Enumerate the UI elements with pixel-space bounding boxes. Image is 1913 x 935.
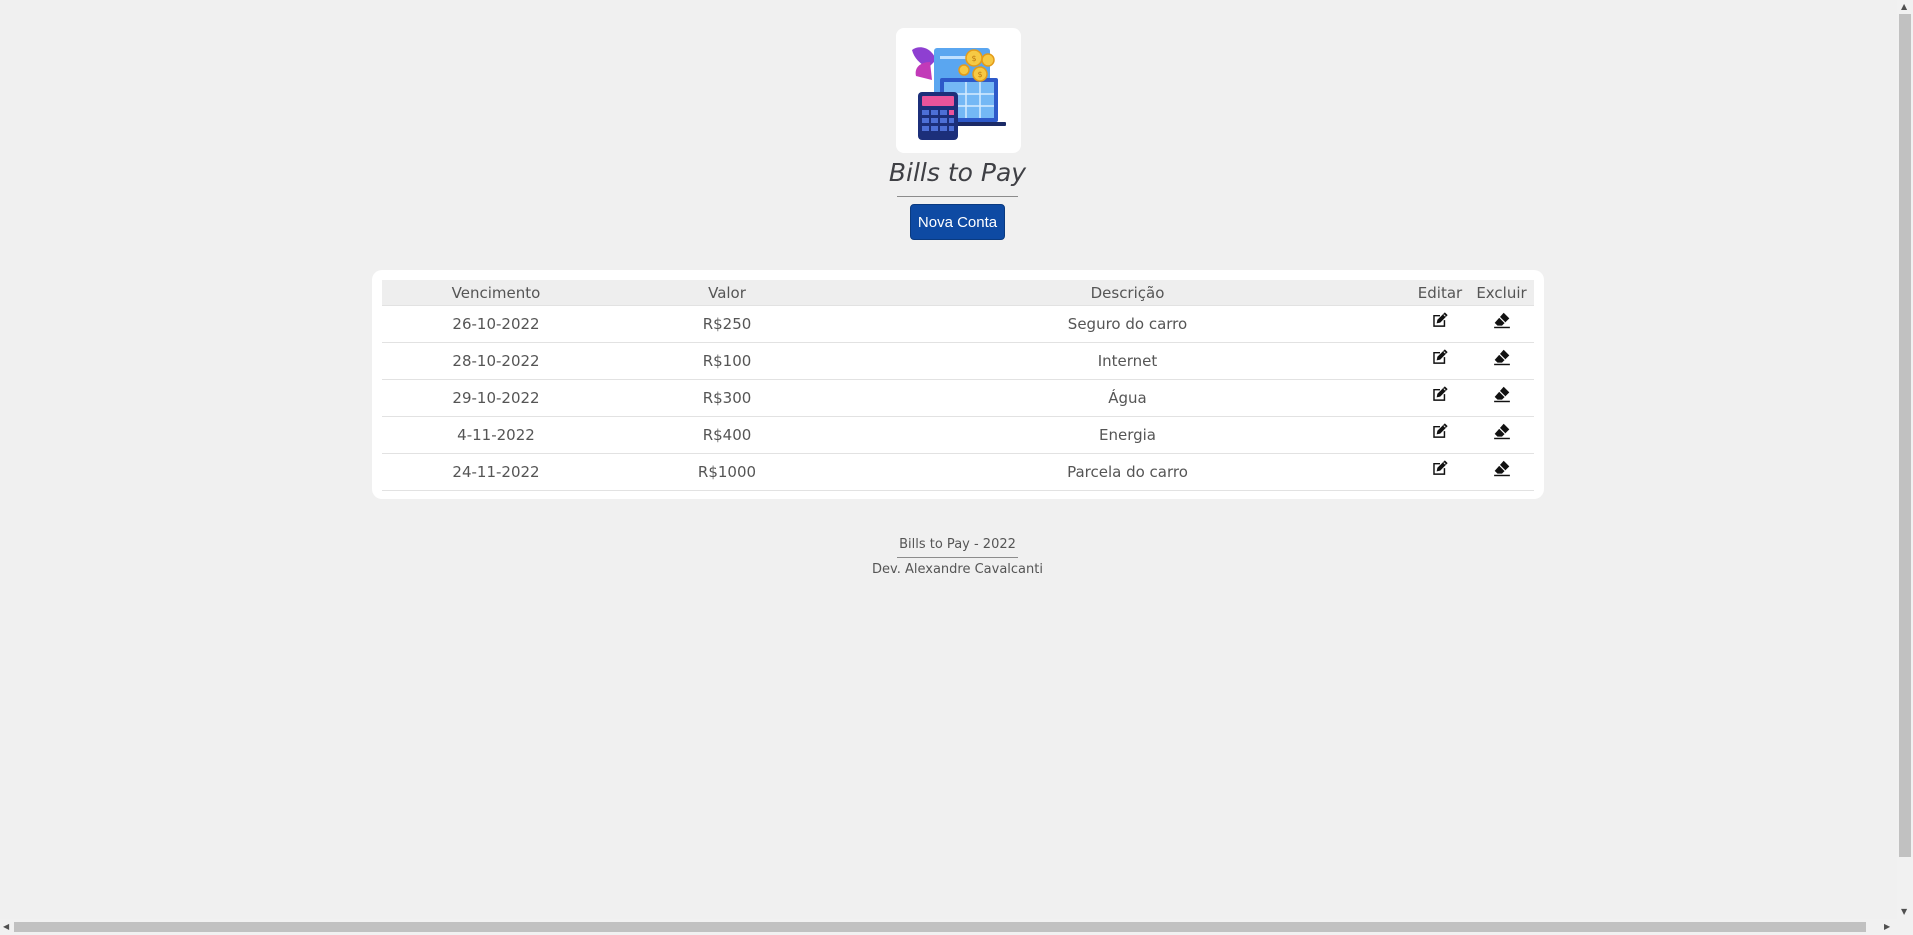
eraser-icon[interactable] (1493, 459, 1511, 481)
edit-cell (1411, 342, 1469, 380)
value-cell: R$300 (610, 379, 844, 417)
delete-cell (1469, 342, 1534, 380)
horizontal-scroll-thumb[interactable] (14, 922, 1866, 932)
description-cell: Parcela do carro (844, 453, 1411, 491)
scroll-left-arrow-icon[interactable]: ◀ (3, 923, 9, 931)
edit-cell (1411, 305, 1469, 343)
due-date-cell: 4-11-2022 (382, 416, 610, 454)
delete-cell (1469, 453, 1534, 491)
table-row: 26-10-2022 R$250 Seguro do carro (382, 305, 1534, 343)
table-row: 4-11-2022 R$400 Energia (382, 416, 1534, 454)
edit-cell (1411, 453, 1469, 491)
description-cell: Água (844, 379, 1411, 417)
footer-developer: Dev. Alexandre Cavalcanti (872, 562, 1043, 577)
edit-icon[interactable] (1431, 348, 1449, 370)
horizontal-scrollbar[interactable]: ◀ ▶ (0, 919, 1913, 935)
bills-table-body: 26-10-2022 R$250 Seguro do carro 28-10-2022… (382, 305, 1534, 491)
edit-icon[interactable] (1431, 385, 1449, 407)
table-row: 24-11-2022 R$1000 Parcela do carro (382, 453, 1534, 491)
logo: $ $ (896, 28, 1021, 153)
column-header-value: Valor (610, 280, 844, 306)
table-header-row: Vencimento Valor Descrição Editar Exclui… (382, 280, 1534, 306)
value-cell: R$250 (610, 305, 844, 343)
bills-logo-icon: $ $ (912, 47, 1006, 140)
column-header-delete: Excluir (1469, 280, 1534, 306)
delete-cell (1469, 305, 1534, 343)
vertical-scrollbar[interactable]: ▲ ▼ (1897, 0, 1913, 919)
scroll-down-arrow-icon[interactable]: ▼ (1901, 908, 1907, 916)
description-cell: Internet (844, 342, 1411, 380)
page: $ $ Bills to Pay Nova Conta Vencimento V… (0, 0, 1897, 919)
table-row: 29-10-2022 R$300 Água (382, 379, 1534, 417)
due-date-cell: 26-10-2022 (382, 305, 610, 343)
value-cell: R$400 (610, 416, 844, 454)
description-cell: Seguro do carro (844, 305, 1411, 343)
edit-cell (1411, 416, 1469, 454)
delete-cell (1469, 379, 1534, 417)
column-header-due-date: Vencimento (382, 280, 610, 306)
bills-table-card: Vencimento Valor Descrição Editar Exclui… (372, 270, 1544, 499)
edit-cell (1411, 379, 1469, 417)
due-date-cell: 29-10-2022 (382, 379, 610, 417)
svg-text:$: $ (977, 70, 982, 79)
footer-app-year: Bills to Pay - 2022 (899, 537, 1016, 552)
vertical-scroll-thumb[interactable] (1899, 14, 1911, 857)
due-date-cell: 28-10-2022 (382, 342, 610, 380)
new-bill-button[interactable]: Nova Conta (910, 204, 1005, 240)
table-row: 28-10-2022 R$100 Internet (382, 342, 1534, 380)
value-cell: R$100 (610, 342, 844, 380)
value-cell: R$1000 (610, 453, 844, 491)
edit-icon[interactable] (1431, 459, 1449, 481)
footer-divider (897, 557, 1018, 558)
description-cell: Energia (844, 416, 1411, 454)
edit-icon[interactable] (1431, 311, 1449, 333)
eraser-icon[interactable] (1493, 385, 1511, 407)
title-divider (897, 196, 1018, 197)
svg-text:$: $ (971, 54, 976, 63)
column-header-description: Descrição (844, 280, 1411, 306)
eraser-icon[interactable] (1493, 348, 1511, 370)
scroll-up-arrow-icon[interactable]: ▲ (1901, 3, 1907, 11)
scroll-right-arrow-icon[interactable]: ▶ (1884, 923, 1890, 931)
eraser-icon[interactable] (1493, 311, 1511, 333)
eraser-icon[interactable] (1493, 422, 1511, 444)
delete-cell (1469, 416, 1534, 454)
edit-icon[interactable] (1431, 422, 1449, 444)
page-title: Bills to Pay (888, 158, 1027, 187)
due-date-cell: 24-11-2022 (382, 453, 610, 491)
bills-table: Vencimento Valor Descrição Editar Exclui… (382, 280, 1534, 491)
column-header-edit: Editar (1411, 280, 1469, 306)
